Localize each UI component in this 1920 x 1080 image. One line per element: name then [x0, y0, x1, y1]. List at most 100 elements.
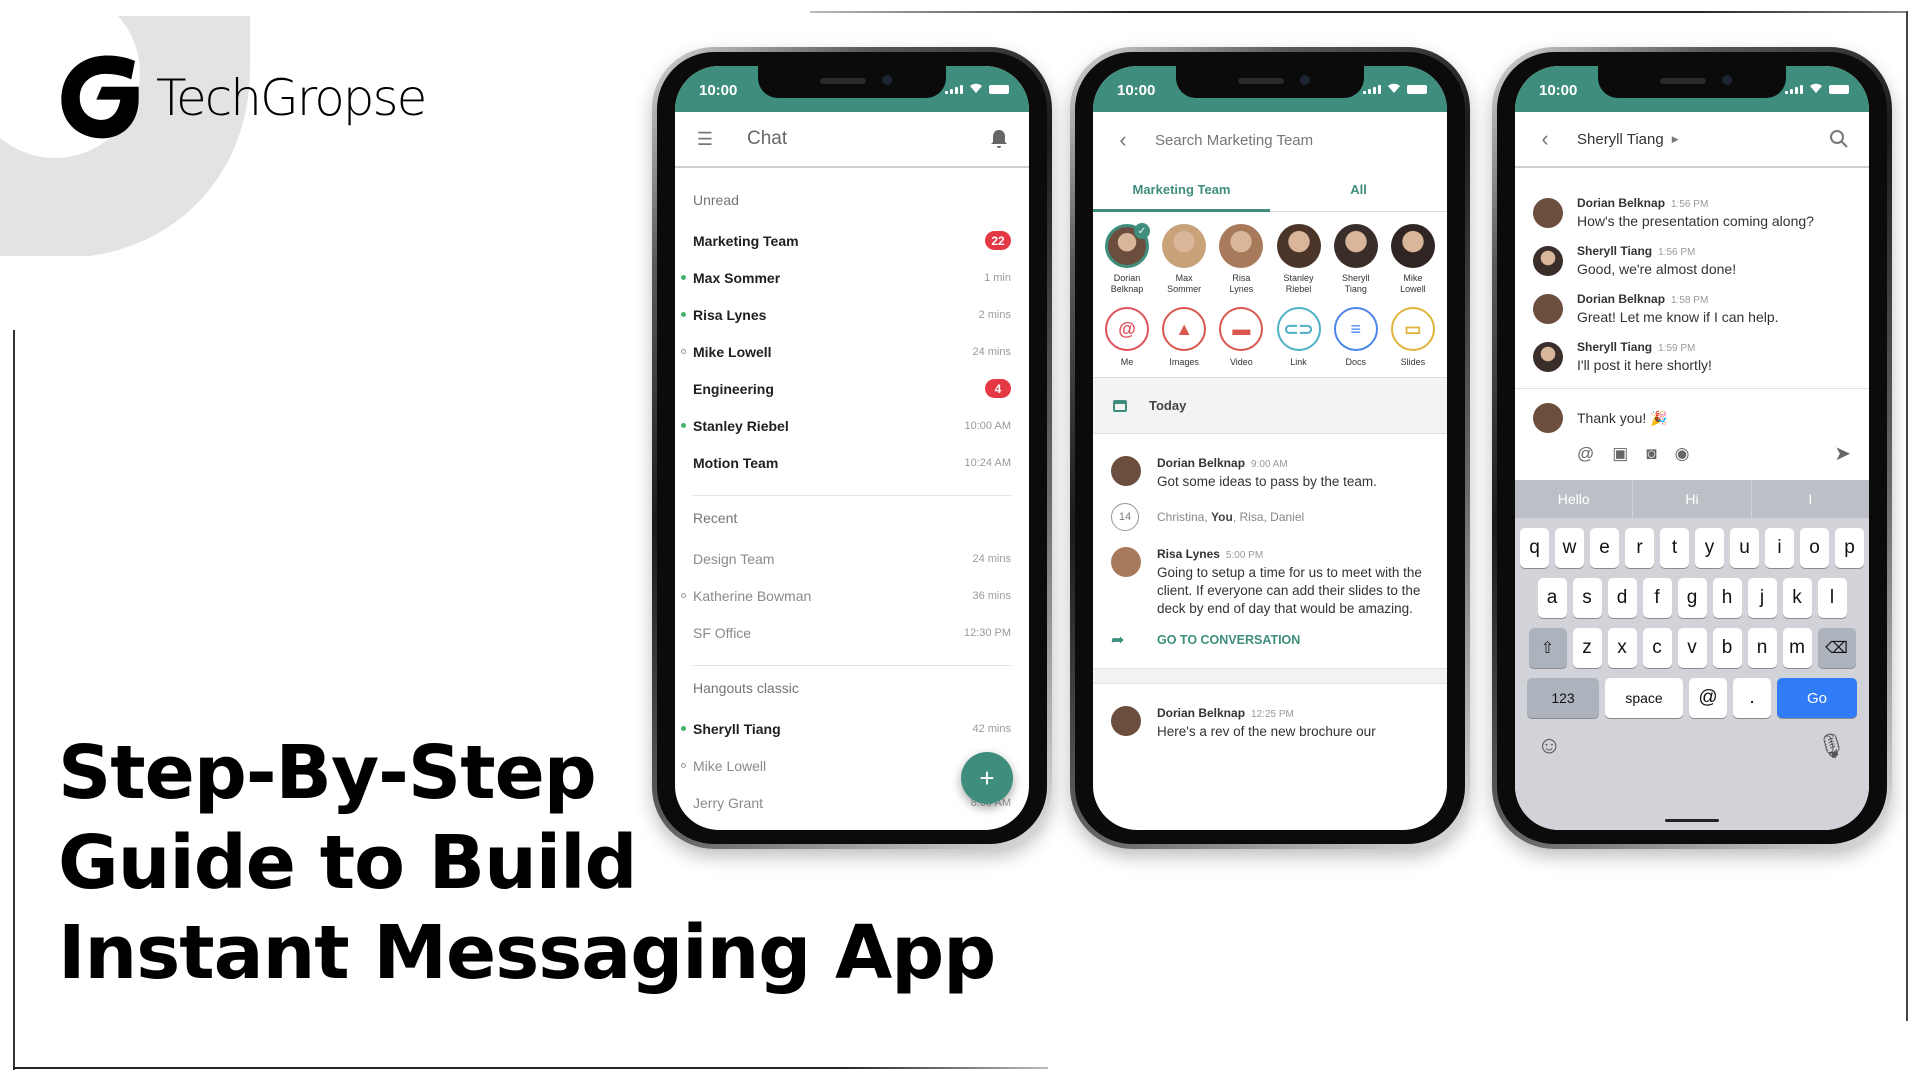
chat-list-item[interactable]: Motion Team 10:24 AM — [693, 444, 1011, 481]
mention-icon[interactable]: @ — [1577, 444, 1594, 464]
message-item[interactable]: Dorian Belknap 1:56 PM How's the presentat… — [1533, 196, 1851, 229]
key-z[interactable]: z — [1572, 628, 1602, 668]
key-w[interactable]: w — [1555, 528, 1584, 568]
shift-key[interactable]: ⇧ — [1528, 628, 1567, 668]
chat-list-item[interactable]: Katherine Bowman 36 mins — [681, 577, 1011, 614]
shortcut-slides[interactable]: ▭ Slides — [1389, 307, 1437, 367]
bell-icon[interactable] — [987, 127, 1011, 151]
chat-name: Sheryll Tiang — [693, 720, 781, 737]
period-key[interactable]: . — [1733, 678, 1771, 718]
message-item[interactable]: Dorian Belknap 12:25 PM Here's a rev of t… — [1093, 706, 1447, 741]
person-chip[interactable]: Max Sommer — [1160, 224, 1208, 295]
key-n[interactable]: n — [1747, 628, 1777, 668]
key-q[interactable]: q — [1520, 528, 1549, 568]
message-item[interactable]: Sheryll Tiang 1:59 PM I'll post it here sh… — [1533, 340, 1851, 373]
search-icon[interactable] — [1827, 127, 1851, 151]
key-f[interactable]: f — [1642, 578, 1672, 618]
backspace-key[interactable]: ⌫ — [1817, 628, 1856, 668]
key-t[interactable]: t — [1660, 528, 1689, 568]
date-label: Today — [1149, 398, 1187, 413]
key-d[interactable]: d — [1607, 578, 1637, 618]
key-o[interactable]: o — [1800, 528, 1829, 568]
person-chip[interactable]: Stanley Riebel — [1275, 224, 1323, 295]
key-l[interactable]: l — [1817, 578, 1847, 618]
key-v[interactable]: v — [1677, 628, 1707, 668]
menu-icon[interactable]: ☰ — [693, 127, 717, 151]
read-count: 14 — [1111, 503, 1139, 531]
key-k[interactable]: k — [1782, 578, 1812, 618]
key-s[interactable]: s — [1572, 578, 1602, 618]
emoji-icon[interactable]: ☺ — [1537, 732, 1562, 761]
at-key[interactable]: @ — [1689, 678, 1727, 718]
message-item[interactable]: Sheryll Tiang 1:56 PM Good, we're almost d… — [1533, 244, 1851, 277]
key-m[interactable]: m — [1782, 628, 1812, 668]
key-e[interactable]: e — [1590, 528, 1619, 568]
message-item[interactable]: Dorian Belknap 9:00 AM Got some ideas to … — [1093, 456, 1447, 491]
microphone-icon[interactable]: 🎙 — [1817, 732, 1847, 761]
video-chat-icon[interactable]: ◉ — [1675, 444, 1690, 464]
chat-list-item[interactable]: Engineering 4 — [693, 370, 1011, 407]
avatar — [1533, 246, 1563, 276]
back-arrow-icon[interactable]: ‹ — [1533, 126, 1557, 151]
key-r[interactable]: r — [1625, 528, 1654, 568]
message-time: 1:56 PM — [1658, 247, 1696, 258]
tab-marketing-team[interactable]: Marketing Team — [1093, 168, 1270, 211]
go-to-conversation-link[interactable]: ➦ GO TO CONVERSATION — [1093, 630, 1447, 650]
chat-name: Engineering — [693, 380, 774, 397]
shortcut-link[interactable]: ⊂⊃ Link — [1275, 307, 1323, 367]
chat-list-item[interactable]: Marketing Team 22 — [693, 222, 1011, 259]
suggestion[interactable]: Hi — [1633, 480, 1752, 518]
person-chip[interactable]: Sheryll Tiang — [1332, 224, 1380, 295]
chat-list-item[interactable]: Sheryll Tiang 42 mins — [681, 710, 1011, 747]
key-y[interactable]: y — [1695, 528, 1724, 568]
back-arrow-icon[interactable]: ‹ — [1111, 127, 1135, 152]
section-divider — [693, 665, 1011, 666]
chat-list-item[interactable]: Max Sommer 1 min — [681, 259, 1011, 296]
chat-list-item[interactable]: Risa Lynes 2 mins — [681, 296, 1011, 333]
send-icon[interactable]: ➤ — [1834, 441, 1851, 466]
suggestion[interactable]: Hello — [1515, 480, 1634, 518]
key-i[interactable]: i — [1765, 528, 1794, 568]
shortcut-me[interactable]: @ Me — [1103, 307, 1151, 367]
shortcut-images[interactable]: ▲ Images — [1160, 307, 1208, 367]
key-h[interactable]: h — [1712, 578, 1742, 618]
person-chip[interactable]: ✓ Dorian Belknap — [1103, 223, 1151, 295]
chat-list-item[interactable]: SF Office 12:30 PM — [693, 614, 1011, 651]
message-input[interactable]: Thank you! 🎉 — [1577, 410, 1668, 427]
search-input[interactable]: Search Marketing Team — [1155, 132, 1313, 149]
image-icon[interactable]: ▣ — [1612, 444, 1628, 464]
contact-name[interactable]: Sheryll Tiang — [1577, 131, 1664, 148]
key-u[interactable]: u — [1730, 528, 1759, 568]
chat-list-item[interactable]: Mike Lowell 24 mins — [681, 333, 1011, 370]
chat-timestamp: 10:00 AM — [964, 419, 1011, 432]
key-c[interactable]: c — [1642, 628, 1672, 668]
message-item[interactable]: Risa Lynes 5:00 PM Going to setup a time … — [1093, 547, 1447, 618]
camera-icon[interactable]: ◙ — [1646, 444, 1656, 464]
chat-name: Katherine Bowman — [693, 587, 812, 604]
chat-list-item[interactable]: Stanley Riebel 10:00 AM — [681, 407, 1011, 444]
tab-all[interactable]: All — [1270, 168, 1447, 211]
key-g[interactable]: g — [1677, 578, 1707, 618]
key-b[interactable]: b — [1712, 628, 1742, 668]
message-text: How's the presentation coming along? — [1577, 213, 1814, 229]
caret-right-icon[interactable]: ▶ — [1672, 134, 1679, 145]
shortcut-docs[interactable]: ≡ Docs — [1332, 307, 1380, 367]
message-item[interactable]: Dorian Belknap 1:58 PM Great! Let me know … — [1533, 292, 1851, 325]
go-key[interactable]: Go — [1777, 678, 1857, 718]
key-j[interactable]: j — [1747, 578, 1777, 618]
shortcut-video[interactable]: ▬ Video — [1217, 307, 1265, 367]
me-icon: @ — [1105, 307, 1149, 351]
shortcut-label: Images — [1169, 357, 1199, 367]
suggestion[interactable]: I — [1752, 480, 1869, 518]
person-chip[interactable]: Risa Lynes — [1217, 224, 1265, 295]
read-receipts[interactable]: 14 Christina, You, Risa, Daniel — [1093, 503, 1447, 531]
person-chip[interactable]: Mike Lowell — [1389, 224, 1437, 295]
key-p[interactable]: p — [1835, 528, 1864, 568]
numbers-key[interactable]: 123 — [1527, 678, 1599, 718]
key-a[interactable]: a — [1537, 578, 1567, 618]
chat-list-item[interactable]: Design Team 24 mins — [693, 540, 1011, 577]
new-chat-fab[interactable]: + — [961, 752, 1013, 804]
space-key[interactable]: space — [1605, 678, 1683, 718]
logo-g-icon — [61, 55, 139, 139]
key-x[interactable]: x — [1607, 628, 1637, 668]
